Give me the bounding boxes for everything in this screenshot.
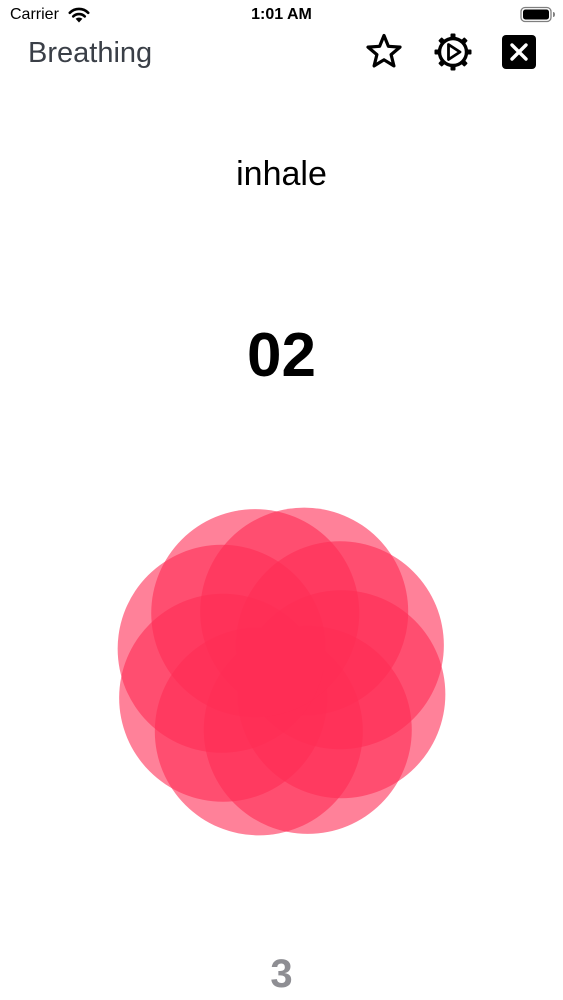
battery-icon: [520, 6, 555, 23]
settings-button[interactable]: [432, 31, 474, 73]
status-bar: Carrier 1:01 AM: [0, 0, 563, 30]
countdown-timer: 02: [247, 321, 316, 390]
star-icon: [366, 33, 402, 68]
cycle-count: 3: [270, 952, 293, 996]
breathing-flower: [117, 507, 446, 836]
close-icon: [502, 35, 536, 69]
favorite-button[interactable]: [363, 31, 405, 73]
page-title: Breathing: [28, 37, 153, 69]
breathing-phase-label: inhale: [236, 155, 327, 193]
flower-petal: [151, 509, 360, 718]
nav-bar: Breathing: [0, 30, 563, 76]
gear-play-icon: [434, 33, 472, 71]
status-time: 1:01 AM: [251, 6, 312, 23]
close-button[interactable]: [498, 31, 540, 73]
